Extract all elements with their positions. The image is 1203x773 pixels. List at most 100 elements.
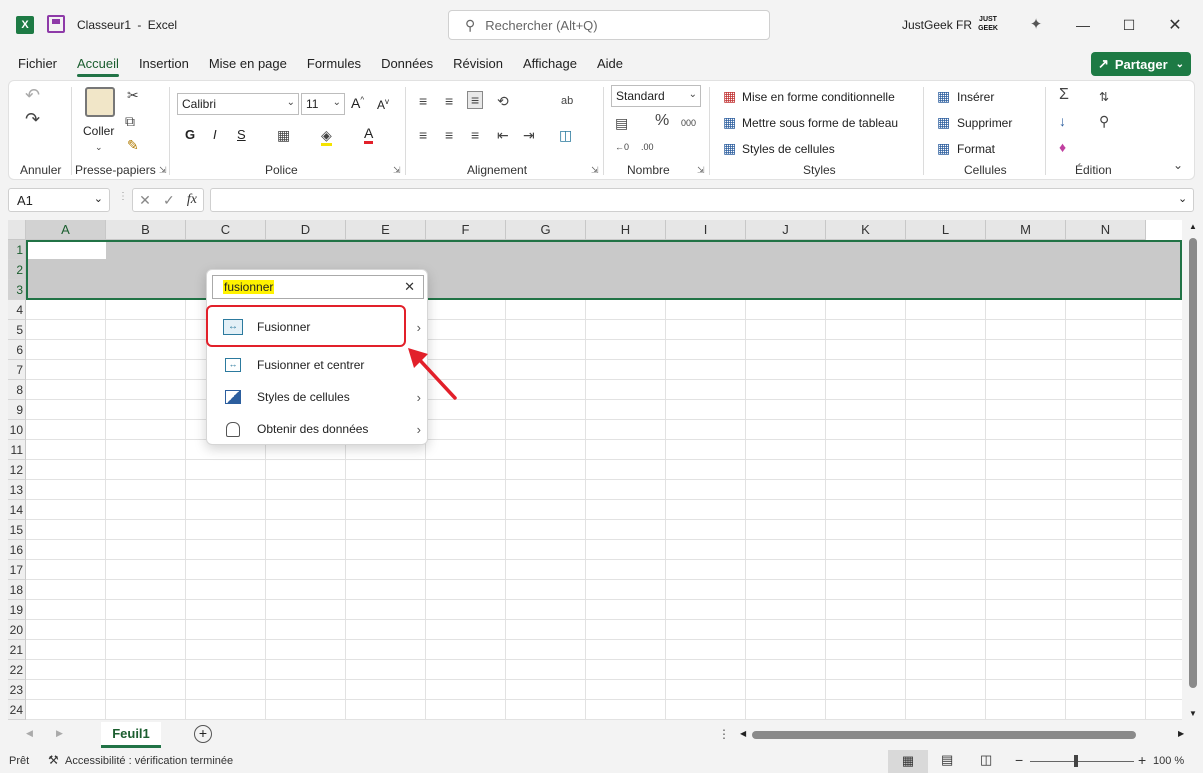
copy-icon[interactable]: ⧉: [125, 113, 135, 129]
decrease-indent-icon[interactable]: ⇤: [497, 127, 509, 143]
format-cells-button[interactable]: Format: [957, 142, 995, 156]
number-format-select[interactable]: Standard ⌄: [611, 85, 701, 107]
maximize-button[interactable]: ☐: [1106, 0, 1152, 50]
tab-revision[interactable]: Révision: [443, 50, 513, 78]
align-right-icon[interactable]: ≡: [471, 127, 479, 143]
decrease-font-icon[interactable]: Av: [377, 97, 389, 112]
column-header-g[interactable]: G: [506, 220, 586, 240]
column-header-d[interactable]: D: [266, 220, 346, 240]
normal-view-icon[interactable]: ▦: [888, 750, 928, 773]
accessibility-icon[interactable]: ⚒: [48, 753, 59, 767]
popup-item-fusionner-centrer[interactable]: ↔ Fusionner et centrer: [207, 349, 429, 381]
column-header-l[interactable]: L: [906, 220, 986, 240]
expand-formula-bar-icon[interactable]: ⌄: [1178, 192, 1187, 205]
horizontal-scroll-thumb[interactable]: [752, 731, 1136, 739]
merge-center-icon[interactable]: ◫: [559, 127, 572, 143]
conditional-format-button[interactable]: Mise en forme conditionnelle: [742, 90, 895, 104]
format-as-table-button[interactable]: Mettre sous forme de tableau: [742, 116, 898, 130]
popup-search-input[interactable]: fusionner ✕: [212, 275, 424, 299]
delete-cells-button[interactable]: Supprimer: [957, 116, 1012, 130]
row-header-12[interactable]: 12: [8, 460, 26, 480]
dialog-launcher-icon[interactable]: ⇲: [697, 165, 705, 176]
align-top-icon[interactable]: ≡: [419, 93, 427, 109]
designer-wand-icon[interactable]: ✦: [1026, 14, 1046, 34]
scroll-left-icon[interactable]: ◀: [740, 729, 746, 738]
cancel-icon[interactable]: ✕: [139, 192, 151, 209]
column-header-m[interactable]: M: [986, 220, 1066, 240]
tab-mise-en-page[interactable]: Mise en page: [199, 50, 297, 78]
select-all-corner[interactable]: [8, 220, 26, 240]
cell-styles-button[interactable]: Styles de cellules: [742, 142, 835, 156]
tab-aide[interactable]: Aide: [587, 50, 633, 78]
zoom-in-icon[interactable]: +: [1138, 752, 1146, 768]
row-header-11[interactable]: 11: [8, 440, 26, 460]
zoom-level[interactable]: 100 %: [1153, 755, 1184, 767]
row-header-4[interactable]: 4: [8, 300, 26, 320]
row-header-15[interactable]: 15: [8, 520, 26, 540]
tab-formules[interactable]: Formules: [297, 50, 371, 78]
bold-button[interactable]: G: [185, 127, 195, 142]
user-avatar[interactable]: JUST GEEK: [976, 15, 1000, 35]
increase-decimal-icon[interactable]: ←0: [615, 139, 629, 155]
format-painter-icon[interactable]: ✎: [127, 137, 139, 153]
column-header-b[interactable]: B: [106, 220, 186, 240]
collapse-ribbon-icon[interactable]: ⌄: [1173, 157, 1183, 173]
next-sheet-icon[interactable]: ▶: [56, 728, 63, 739]
vertical-scrollbar[interactable]: ▲ ▼: [1184, 220, 1202, 720]
close-button[interactable]: ✕: [1152, 0, 1198, 50]
format-cells-icon[interactable]: ▦: [937, 140, 950, 156]
column-header-j[interactable]: J: [746, 220, 826, 240]
spreadsheet-grid[interactable]: ABCDEFGHIJKLMN 1 2 3 4 5 6 7 8 9 10 11 12 13 14 15 16 17…: [8, 220, 1182, 720]
row-header-20[interactable]: 20: [8, 620, 26, 640]
wrap-text-icon[interactable]: ab: [561, 93, 573, 109]
zoom-slider-thumb[interactable]: [1074, 755, 1078, 767]
zoom-slider[interactable]: [1030, 755, 1134, 767]
search-box[interactable]: ⚲ Rechercher (Alt+Q): [448, 10, 770, 40]
align-middle-icon[interactable]: ≡: [445, 93, 453, 109]
column-header-i[interactable]: I: [666, 220, 746, 240]
increase-font-icon[interactable]: A^: [351, 95, 364, 111]
row-header-23[interactable]: 23: [8, 680, 26, 700]
increase-indent-icon[interactable]: ⇥: [523, 127, 535, 143]
row-header-18[interactable]: 18: [8, 580, 26, 600]
clear-icon[interactable]: ♦: [1059, 139, 1066, 155]
decrease-decimal-icon[interactable]: .00: [641, 139, 654, 155]
tab-affichage[interactable]: Affichage: [513, 50, 587, 78]
table-format-icon[interactable]: ▦: [723, 114, 736, 130]
comma-style-icon[interactable]: 000: [681, 115, 696, 131]
borders-icon[interactable]: ▦: [277, 127, 290, 143]
formula-bar-grip[interactable]: ⋮: [118, 192, 128, 208]
share-button[interactable]: ↗ Partager ⌄: [1091, 52, 1191, 76]
popup-item-obtenir-donnees[interactable]: Obtenir des données ›: [207, 413, 429, 445]
fill-icon[interactable]: ↓: [1059, 113, 1066, 129]
column-header-h[interactable]: H: [586, 220, 666, 240]
font-color-icon[interactable]: A: [364, 125, 374, 144]
conditional-format-icon[interactable]: ▦: [723, 88, 736, 104]
tab-accueil[interactable]: Accueil: [67, 50, 129, 78]
sort-filter-icon[interactable]: ⇅: [1099, 89, 1109, 105]
sheet-tab-feuil1[interactable]: Feuil1: [101, 722, 161, 748]
row-header-8[interactable]: 8: [8, 380, 26, 400]
row-header-17[interactable]: 17: [8, 560, 26, 580]
row-header-14[interactable]: 14: [8, 500, 26, 520]
confirm-icon[interactable]: ✓: [163, 192, 175, 209]
tab-donnees[interactable]: Données: [371, 50, 443, 78]
insert-cells-icon[interactable]: ▦: [937, 88, 950, 104]
dialog-launcher-icon[interactable]: ⇲: [591, 165, 599, 176]
minimize-button[interactable]: —: [1060, 0, 1106, 50]
row-header-3[interactable]: 3: [8, 280, 26, 300]
row-header-10[interactable]: 10: [8, 420, 26, 440]
column-header-e[interactable]: E: [346, 220, 426, 240]
font-size-select[interactable]: 11 ⌄: [301, 93, 345, 115]
row-header-6[interactable]: 6: [8, 340, 26, 360]
row-header-7[interactable]: 7: [8, 360, 26, 380]
orientation-icon[interactable]: ⟲: [497, 93, 509, 109]
column-header-c[interactable]: C: [186, 220, 266, 240]
column-header-n[interactable]: N: [1066, 220, 1146, 240]
accounting-format-icon[interactable]: ▤: [615, 115, 628, 131]
delete-cells-icon[interactable]: ▦: [937, 114, 950, 130]
chevron-down-icon[interactable]: ⌄: [95, 139, 103, 155]
font-name-select[interactable]: Calibri ⌄: [177, 93, 299, 115]
find-select-icon[interactable]: ⚲: [1099, 113, 1109, 129]
popup-item-styles-cellules[interactable]: Styles de cellules ›: [207, 381, 429, 413]
